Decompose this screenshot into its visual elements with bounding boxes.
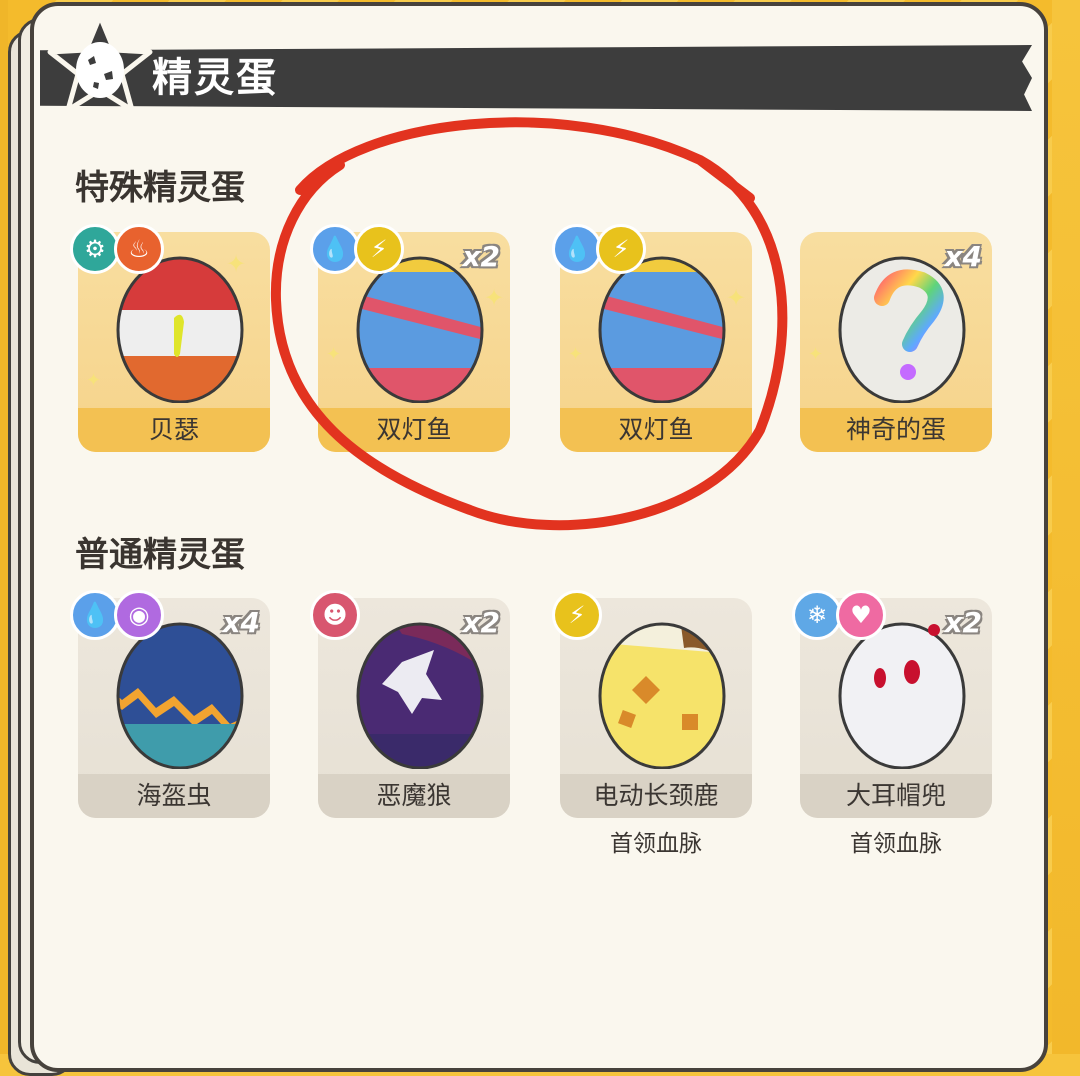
star-egg-icon [47,13,153,113]
egg-count: x2 [462,240,500,273]
type-icons: 💧 ⚡ [310,224,404,274]
egg-count: x2 [462,606,500,639]
egg-card-bessie[interactable]: ✦ ✦ ⚙ ♨ 贝瑟 [70,224,270,452]
bubble-type-icon: ◉ [114,590,164,640]
egg-name: 贝瑟 [78,408,270,452]
egg-name: 双灯鱼 [318,408,510,452]
egg-card-big-ear-hood[interactable]: x2 ❄ ♥ 大耳帽兜 [792,590,992,818]
special-section-title: 特殊精灵蛋 [75,168,245,208]
egg-name: 恶魔狼 [318,774,510,818]
electric-type-icon: ⚡ [354,224,404,274]
gear-type-icon: ⚙ [70,224,120,274]
page-title: 精灵蛋 [152,55,278,101]
egg-count: x4 [944,240,982,273]
water-type-icon: 💧 [310,224,360,274]
water-type-icon: 💧 [70,590,120,640]
fire-type-icon: ♨ [114,224,164,274]
water-type-icon: 💧 [552,224,602,274]
egg-count: x4 [222,606,260,639]
egg-card-electric-giraffe[interactable]: ⚡ 电动长颈鹿 [552,590,752,818]
left-edge [0,0,8,1054]
egg-name: 双灯鱼 [560,408,752,452]
type-icons: ☻ [310,590,360,640]
sparkle-icon: ✦ [568,344,584,365]
egg-card-demon-wolf[interactable]: x2 ☻ 恶魔狼 [310,590,510,818]
egg-subtitle: 首领血脉 [850,831,942,857]
sparkle-icon: ✦ [86,370,102,391]
sparkle-icon: ✦ [326,344,342,365]
type-icons: ⚡ [552,590,602,640]
egg-card-lanturn-2[interactable]: ✦ ✦ 💧 ⚡ 双灯鱼 [552,224,752,452]
ice-type-icon: ❄ [792,590,842,640]
heart-type-icon: ♥ [836,590,886,640]
egg-name: 大耳帽兜 [800,774,992,818]
egg-name: 神奇的蛋 [800,408,992,452]
egg-name: 海盔虫 [78,774,270,818]
right-edge [1052,0,1080,1054]
egg-count: x2 [944,606,982,639]
egg-name: 电动长颈鹿 [560,774,752,818]
type-icons: ❄ ♥ [792,590,886,640]
egg-card-sea-helmet-bug[interactable]: x4 💧 ◉ 海盔虫 [70,590,270,818]
normal-section-title: 普通精灵蛋 [75,535,245,575]
egg-card-lanturn-1[interactable]: ✦ ✦ x2 💧 ⚡ 双灯鱼 [310,224,510,452]
egg-subtitle: 首领血脉 [610,831,702,857]
type-icons: 💧 ◉ [70,590,164,640]
egg-card-mystery[interactable]: ✦ x4 神奇的蛋 [800,232,992,452]
type-icons: 💧 ⚡ [552,224,646,274]
sparkle-icon: ✦ [808,344,824,365]
electric-type-icon: ⚡ [596,224,646,274]
electric-type-icon: ⚡ [552,590,602,640]
type-icons: ⚙ ♨ [70,224,164,274]
demon-type-icon: ☻ [310,590,360,640]
egg-icon [598,622,726,769]
